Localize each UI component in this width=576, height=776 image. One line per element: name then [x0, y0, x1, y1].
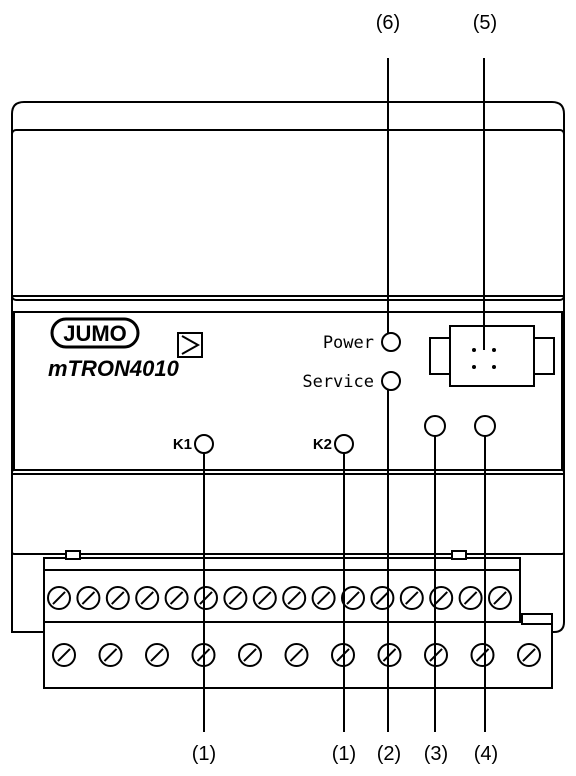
screw-terminal — [341, 586, 365, 610]
power-led — [381, 332, 401, 352]
product-logo: mTRON4010 — [48, 356, 180, 381]
screw-terminal — [377, 643, 402, 667]
screw-terminal — [252, 586, 277, 610]
screw-terminal — [98, 643, 123, 667]
callout-4: (4) — [474, 743, 498, 765]
button-4 — [474, 415, 496, 437]
screw-terminal — [488, 586, 512, 610]
jumo-logo: JUMO — [50, 317, 140, 349]
device-diagram: JUMO mTRON4010 Power Service K1 K2 (6) (… — [11, 12, 565, 765]
callout-2: (2) — [377, 743, 401, 765]
screw-terminal — [76, 586, 101, 610]
screw-terminal — [238, 643, 262, 667]
screw-terminal — [105, 586, 130, 610]
button-3 — [424, 415, 446, 437]
screw-terminal — [370, 586, 395, 610]
k1-led — [194, 434, 214, 454]
screw-terminal — [282, 586, 307, 610]
k2-led — [334, 434, 354, 454]
callout-1-right: (1) — [332, 743, 356, 765]
callout-6: (6) — [376, 12, 400, 34]
screw-terminal — [194, 586, 218, 610]
screw-terminal — [164, 586, 189, 610]
terminal-block-upper — [43, 550, 521, 627]
k2-label: K2 — [313, 436, 332, 453]
screw-terminal — [470, 643, 495, 667]
svg-text:JUMO: JUMO — [63, 321, 127, 346]
svg-text:mTRON4010: mTRON4010 — [48, 356, 180, 381]
k1-label: K1 — [173, 436, 192, 453]
screw-terminal — [52, 643, 76, 667]
screw-terminal — [458, 586, 483, 610]
service-label: Service — [302, 372, 374, 392]
terminal-block-lower — [43, 613, 553, 689]
power-label: Power — [323, 333, 374, 353]
screw-terminal — [135, 586, 160, 610]
screw-terminal — [223, 586, 248, 610]
screw-terminal — [47, 586, 71, 610]
screw-terminal — [311, 586, 336, 610]
callout-3: (3) — [424, 743, 448, 765]
screw-terminal — [145, 643, 169, 667]
callout-1-left: (1) — [192, 743, 216, 765]
callout-5: (5) — [473, 12, 497, 34]
screw-terminal — [429, 586, 454, 610]
service-led — [381, 371, 401, 391]
screw-terminal — [399, 586, 424, 610]
screw-terminal — [517, 643, 541, 667]
screw-terminal — [284, 643, 309, 667]
